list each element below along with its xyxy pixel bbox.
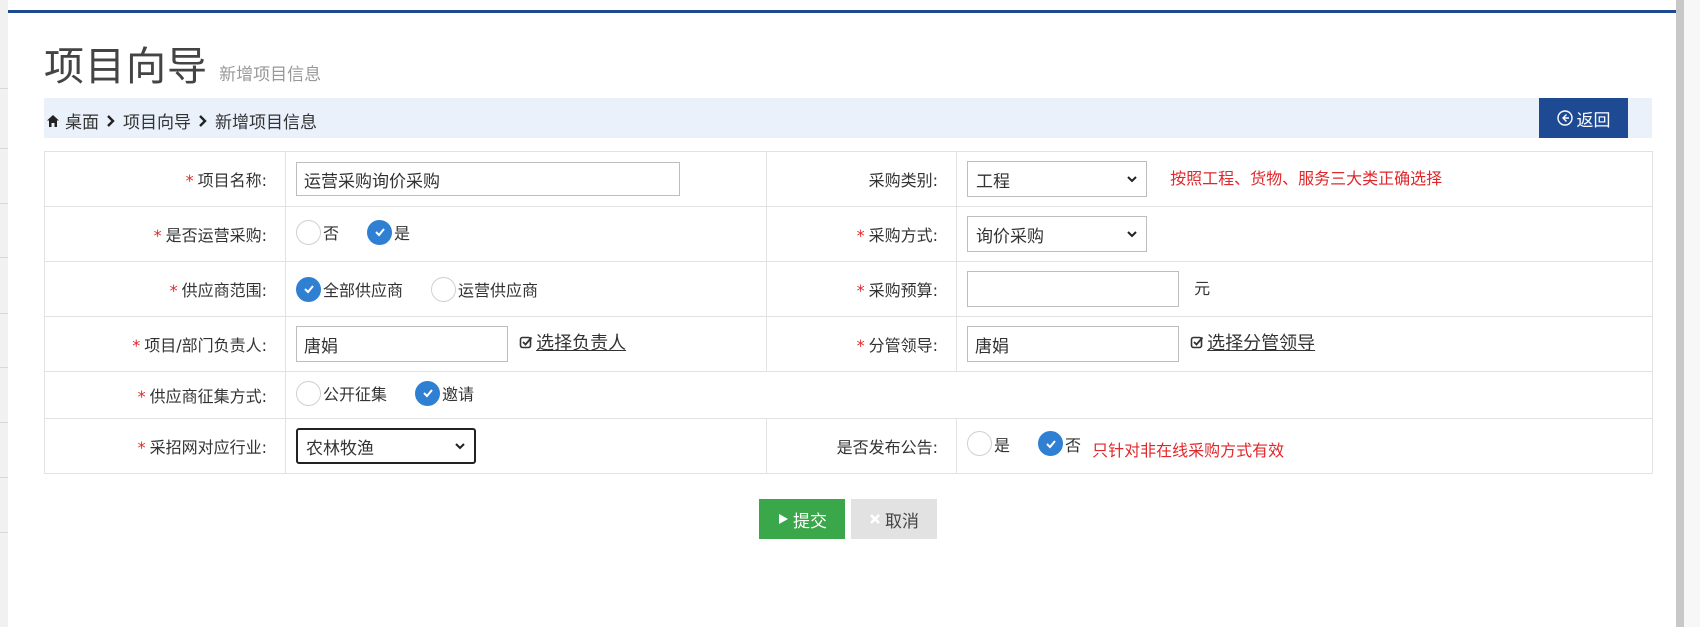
form-row: * 供应商征集方式: 公开征集 邀请 [44, 371, 1653, 419]
collect-method-radio-public[interactable]: 公开征集 [296, 380, 387, 406]
chevron-right-icon [107, 114, 115, 127]
leader-input[interactable] [967, 326, 1179, 362]
arrow-left-circle-icon [1556, 110, 1573, 126]
is-operational-radio-yes[interactable]: 是 [367, 219, 410, 245]
chevron-down-icon [455, 443, 465, 450]
form-row: *项目/部门负责人: 选择负责人 *分管领导: 选择分管领导 [44, 316, 1653, 372]
breadcrumb-item-project-guide[interactable]: 项目向导 [123, 108, 191, 133]
chevron-down-icon [1127, 176, 1137, 183]
check-icon [422, 389, 433, 398]
form-row: *项目名称: 采购类别: 工程 按照工程、货物、服务三大类正确选择 [44, 151, 1653, 207]
purchase-category-hint: 按照工程、货物、服务三大类正确选择 [1170, 168, 1443, 188]
page-title: 项目向导 [44, 44, 208, 90]
cancel-button[interactable]: 取消 [851, 499, 937, 539]
top-accent-bar [0, 10, 1676, 13]
edit-check-icon [1190, 336, 1204, 348]
edit-check-icon [519, 336, 533, 348]
project-form: *项目名称: 采购类别: 工程 按照工程、货物、服务三大类正确选择 *是否运营采… [44, 151, 1653, 474]
purchase-category-label: 采购类别: [766, 151, 957, 207]
back-button[interactable]: 返回 [1539, 98, 1628, 138]
scrollbar-thumb[interactable] [1676, 0, 1684, 627]
play-icon [779, 514, 788, 524]
form-row: * 是否运营采购: 否 是 * 采购方式: 询价采购 [44, 206, 1653, 262]
close-icon [870, 514, 880, 524]
collect-method-label: * 供应商征集方式: [44, 371, 286, 419]
submit-button[interactable]: 提交 [759, 499, 845, 539]
budget-label: * 采购预算: [766, 261, 957, 317]
form-row: * 供应商范围: 全部供应商 运营供应商 * 采购预算: 元 [44, 261, 1653, 317]
supplier-scope-radio-all[interactable]: 全部供应商 [296, 276, 403, 302]
industry-select[interactable]: 农林牧渔 [296, 428, 476, 464]
publish-notice-radio-no[interactable]: 否 [1038, 431, 1081, 456]
supplier-scope-label: * 供应商范围: [44, 261, 286, 317]
breadcrumb: 桌面 项目向导 新增项目信息 [46, 108, 317, 133]
check-icon [374, 228, 385, 237]
check-icon [303, 285, 314, 294]
breadcrumb-item-desktop[interactable]: 桌面 [65, 108, 99, 133]
collect-method-radio-invite[interactable]: 邀请 [415, 380, 474, 406]
project-name-label: * 项目名称: [44, 151, 286, 207]
project-name-input[interactable] [296, 162, 680, 196]
form-row: * 采招网对应行业: 农林牧渔 是否发布公告: 是 否 只针对非在线采购方式有效 [44, 418, 1653, 474]
leader-label: * 分管领导: [766, 316, 957, 372]
purchase-method-label: * 采购方式: [766, 206, 957, 262]
owner-input[interactable] [296, 326, 508, 362]
budget-input[interactable] [967, 271, 1179, 307]
breadcrumb-bar: 桌面 项目向导 新增项目信息 返回 [44, 98, 1652, 138]
purchase-category-select[interactable]: 工程 [967, 161, 1147, 197]
form-actions: 提交 取消 [759, 499, 937, 539]
select-leader-link[interactable]: 选择分管领导 [1190, 329, 1315, 355]
left-edge-panel [0, 0, 8, 627]
page-header: 项目向导 新增项目信息 [44, 34, 321, 92]
supplier-scope-radio-operational[interactable]: 运营供应商 [431, 276, 538, 302]
is-operational-label: * 是否运营采购: [44, 206, 286, 262]
back-button-label: 返回 [1576, 110, 1611, 131]
chevron-right-icon [199, 114, 207, 127]
budget-unit: 元 [1194, 278, 1211, 298]
publish-notice-label: 是否发布公告: [766, 418, 957, 474]
breadcrumb-item-current: 新增项目信息 [215, 113, 317, 133]
publish-notice-radio-yes[interactable]: 是 [967, 431, 1010, 456]
chevron-down-icon [1127, 231, 1137, 238]
home-icon [47, 114, 59, 127]
is-operational-radio-no[interactable]: 否 [296, 219, 339, 245]
select-owner-link[interactable]: 选择负责人 [519, 329, 626, 355]
purchase-method-select[interactable]: 询价采购 [967, 216, 1147, 252]
industry-label: * 采招网对应行业: [44, 418, 286, 474]
publish-notice-hint: 只针对非在线采购方式有效 [1092, 441, 1285, 460]
page-subtitle: 新增项目信息 [219, 65, 322, 85]
check-icon [1045, 439, 1056, 448]
owner-label: * 项目/部门负责人: [44, 316, 286, 372]
